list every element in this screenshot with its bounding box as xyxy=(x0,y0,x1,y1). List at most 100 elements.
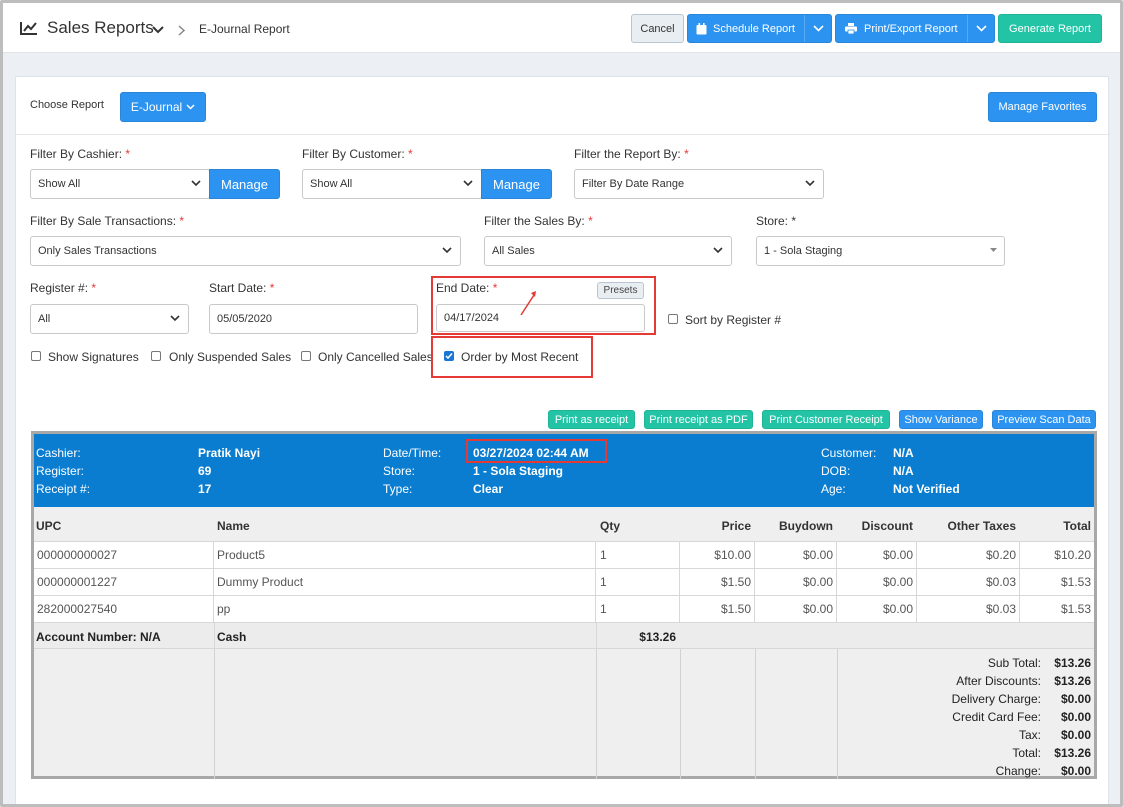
cashier-value: Pratik Nayi xyxy=(198,446,261,460)
type-value: Clear xyxy=(473,482,504,496)
buydown-cell: $0.00 xyxy=(755,569,837,595)
filter-customer-label: Filter By Customer: * xyxy=(302,147,413,161)
receipt-header: Cashier: Pratik Nayi Register: 69 Receip… xyxy=(34,434,1094,507)
customer-select[interactable]: Show All xyxy=(302,169,482,199)
register-select-value: All xyxy=(38,313,51,325)
schedule-report-button[interactable]: Schedule Report xyxy=(687,14,832,43)
customer-key: Customer: xyxy=(821,446,877,460)
totals-block: Sub Total: $13.26 After Discounts: $13.26 … xyxy=(840,654,1094,780)
print-pdf-button[interactable]: Print receipt as PDF xyxy=(644,410,753,429)
other-tax-cell: $0.20 xyxy=(917,542,1020,568)
print-receipt-button[interactable]: Print as receipt xyxy=(548,410,635,429)
schedule-report-label: Schedule Report xyxy=(713,22,795,35)
total-line: Credit Card Fee: $0.00 xyxy=(952,710,1091,724)
filter-sale-tx-label: Filter By Sale Transactions: * xyxy=(30,214,185,228)
table-row: 000000001227 Dummy Product 1 $1.50 $0.00… xyxy=(34,568,1094,595)
print-export-label: Print/Export Report xyxy=(864,22,958,35)
discount-cell: $0.00 xyxy=(837,596,917,622)
chevron-down-icon xyxy=(976,25,987,32)
name-cell: Product5 xyxy=(214,542,596,568)
manage-customer-button[interactable]: Manage xyxy=(481,169,552,199)
report-select-button[interactable]: E-Journal xyxy=(120,92,206,122)
store-label: Store: * xyxy=(756,214,797,228)
sales-by-select-value: All Sales xyxy=(492,245,535,257)
breadcrumb[interactable]: E-Journal Report xyxy=(199,22,290,36)
filter-cashier-label: Filter By Cashier: * xyxy=(30,147,131,161)
sort-register-label: Sort by Register # xyxy=(685,313,782,327)
store-value: 1 - Sola Staging xyxy=(473,464,564,478)
store-select[interactable]: 1 - Sola Staging xyxy=(756,236,1005,266)
col-buydown: Buydown xyxy=(779,519,833,533)
start-date-label: Start Date: * xyxy=(209,281,275,295)
cancel-button[interactable]: Cancel xyxy=(631,14,684,43)
store-key: Store: xyxy=(383,464,416,478)
col-price: Price xyxy=(721,519,751,533)
column-divider xyxy=(214,649,215,779)
chevron-right-icon xyxy=(178,25,186,36)
show-variance-button[interactable]: Show Variance xyxy=(899,410,983,429)
filter-sales-by-label: Filter the Sales By: * xyxy=(484,214,593,228)
printer-icon xyxy=(845,23,857,34)
total-cell: $1.53 xyxy=(1060,602,1091,616)
tender-type: Cash xyxy=(217,630,247,644)
total-cell: $1.53 xyxy=(1060,575,1091,589)
account-row: Account Number: N/A Cash $13.26 xyxy=(34,622,1094,649)
chevron-down-icon xyxy=(713,247,723,254)
report-by-select[interactable]: Filter By Date Range xyxy=(574,169,824,199)
dob-value: N/A xyxy=(893,464,914,478)
total-line: Change: $0.00 xyxy=(995,764,1091,778)
total-line: Tax: $0.00 xyxy=(1018,728,1091,742)
print-customer-receipt-button[interactable]: Print Customer Receipt xyxy=(762,410,890,429)
show-signatures-checkbox[interactable] xyxy=(31,351,41,361)
cashier-key: Cashier: xyxy=(36,446,81,460)
report-by-select-value: Filter By Date Range xyxy=(582,178,685,190)
only-cancelled-checkbox[interactable] xyxy=(301,351,311,361)
column-divider xyxy=(680,649,681,779)
cashier-select[interactable]: Show All xyxy=(30,169,210,199)
qty-cell: 1 xyxy=(596,542,680,568)
receipt-number-key: Receipt #: xyxy=(36,482,91,496)
show-signatures-label: Show Signatures xyxy=(48,350,139,364)
col-total: Total xyxy=(1063,519,1091,533)
name-cell: Dummy Product xyxy=(214,569,596,595)
page-title: Sales Reports xyxy=(47,18,154,37)
manage-favorites-button[interactable]: Manage Favorites xyxy=(988,92,1097,122)
top-bar: Sales Reports E-Journal Report Cancel Sc… xyxy=(3,3,1120,53)
start-date-input[interactable]: 05/05/2020 xyxy=(209,304,418,334)
total-line: Sub Total: $13.26 xyxy=(987,656,1091,670)
preview-scan-button[interactable]: Preview Scan Data xyxy=(992,410,1096,429)
total-line: Delivery Charge: $0.00 xyxy=(951,692,1091,706)
sale-tx-select[interactable]: Only Sales Transactions xyxy=(30,236,461,266)
price-cell: $10.00 xyxy=(680,542,755,568)
chevron-down-icon[interactable] xyxy=(152,26,164,34)
sales-by-select[interactable]: All Sales xyxy=(484,236,732,266)
register-select[interactable]: All xyxy=(30,304,189,334)
chevron-down-icon xyxy=(463,180,473,187)
print-export-button[interactable]: Print/Export Report xyxy=(835,14,995,43)
col-qty: Qty xyxy=(600,519,621,533)
tender-amount: $13.26 xyxy=(639,630,676,644)
other-tax-cell: $0.03 xyxy=(917,596,1020,622)
buydown-cell: $0.00 xyxy=(755,542,837,568)
receipt-panel: Cashier: Pratik Nayi Register: 69 Receip… xyxy=(31,431,1097,779)
chevron-down-icon xyxy=(805,180,815,187)
manage-cashier-button[interactable]: Manage xyxy=(209,169,280,199)
generate-report-button[interactable]: Generate Report xyxy=(998,14,1102,43)
price-cell: $1.50 xyxy=(680,569,755,595)
column-divider xyxy=(837,649,838,779)
sort-register-checkbox[interactable] xyxy=(668,314,678,324)
chevron-down-icon xyxy=(191,180,201,187)
col-name: Name xyxy=(217,519,250,533)
discount-cell: $0.00 xyxy=(837,542,917,568)
upc-cell: 000000001227 xyxy=(34,569,214,595)
only-suspended-label: Only Suspended Sales xyxy=(169,350,292,364)
name-cell: pp xyxy=(214,596,596,622)
col-upc: UPC xyxy=(36,519,62,533)
chevron-down-icon xyxy=(170,315,180,322)
dob-key: DOB: xyxy=(821,464,851,478)
divider xyxy=(16,134,1110,135)
table-row: 282000027540 pp 1 $1.50 $0.00 $0.00 $0.0… xyxy=(34,595,1094,622)
only-suspended-checkbox[interactable] xyxy=(151,351,161,361)
register-value: 69 xyxy=(198,464,212,478)
discount-cell: $0.00 xyxy=(837,569,917,595)
